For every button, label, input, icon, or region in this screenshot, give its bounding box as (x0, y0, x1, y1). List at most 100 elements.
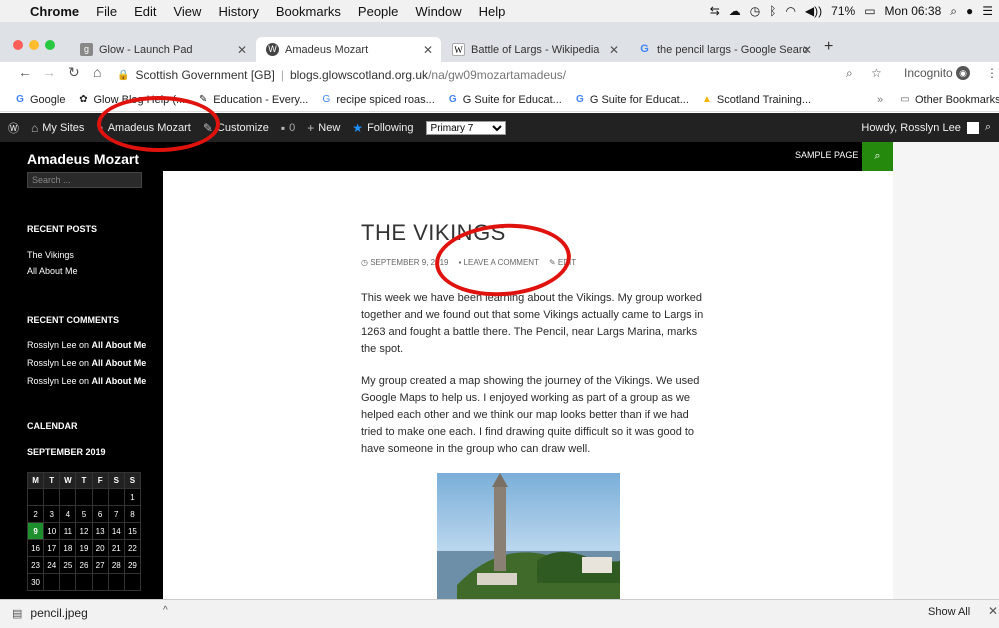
menu-people[interactable]: People (358, 4, 398, 19)
tab-battle-of-largs[interactable]: W Battle of Largs - Wikipedia ✕ (442, 37, 627, 62)
menu-help[interactable]: Help (479, 4, 506, 19)
dropbox-icon[interactable]: ⇆ (710, 4, 720, 18)
account-menu[interactable]: Howdy, Rosslyn Lee ⌕ (861, 113, 991, 142)
google-favicon-icon: G (640, 43, 649, 55)
comments-link[interactable]: ▪ 0 (281, 121, 295, 135)
site-title[interactable]: Amadeus Mozart (27, 151, 139, 167)
close-window-button[interactable] (13, 40, 23, 50)
incognito-icon[interactable]: ◉ (956, 66, 970, 80)
menu-history[interactable]: History (218, 4, 258, 19)
nav-sample-page[interactable]: SAMPLE PAGE (795, 150, 858, 160)
download-item[interactable]: ▤ pencil.jpeg (12, 606, 88, 620)
customize-label: Customize (216, 121, 269, 134)
following-menu[interactable]: ★ Following (352, 121, 413, 135)
menu-view[interactable]: View (173, 4, 201, 19)
tab-amadeus-mozart[interactable]: W Amadeus Mozart ✕ (256, 37, 441, 62)
menu-app[interactable]: Chrome (30, 4, 79, 19)
calendar-weekday: F (91, 472, 109, 489)
battery-icon[interactable]: ▭ (864, 4, 875, 18)
comment-author[interactable]: Rosslyn Lee (27, 358, 77, 368)
calendar-weekday: T (75, 472, 93, 489)
pencil-monument-photo[interactable] (437, 473, 620, 599)
calendar-day: 15 (123, 522, 142, 540)
incognito-label[interactable]: Incognito (904, 66, 953, 80)
chevron-up-icon[interactable]: ^ (163, 605, 168, 616)
comment-on: on (76, 358, 92, 368)
recent-post-link[interactable]: All About Me (27, 266, 78, 276)
tab-label: Amadeus Mozart (285, 43, 369, 56)
calendar-day[interactable]: 9 (26, 522, 45, 540)
time-machine-icon[interactable]: ◷ (750, 4, 760, 18)
comment-author[interactable]: Rosslyn Lee (27, 376, 77, 386)
menu-window[interactable]: Window (415, 4, 461, 19)
menu-dots-icon[interactable]: ⋮ (986, 66, 998, 80)
address-bar[interactable]: 🔒 Scottish Government [GB] | blogs.glows… (117, 65, 897, 85)
new-content-menu[interactable]: + New (307, 121, 340, 135)
bookmark-scotland-training[interactable]: ▲ Scotland Training... (701, 94, 811, 106)
bookmark-other[interactable]: ▭ Other Bookmarks (899, 94, 999, 106)
close-tab-icon[interactable]: ✕ (802, 43, 812, 57)
bookmark-gsuite-1[interactable]: G G Suite for Educat... (447, 94, 562, 106)
spotlight-icon[interactable]: ⌕ (950, 4, 957, 19)
calendar-day (107, 573, 125, 591)
menu-file[interactable]: File (96, 4, 117, 19)
comment-post-link[interactable]: All About Me (92, 376, 147, 386)
howdy-label: Howdy, Rosslyn Lee (861, 121, 961, 134)
bookmark-label: Other Bookmarks (915, 93, 999, 106)
bluetooth-icon[interactable]: ᛒ (769, 4, 776, 18)
comment-post-link[interactable]: All About Me (92, 358, 147, 368)
class-select[interactable]: Primary 7 (425, 120, 506, 135)
home-icon[interactable]: ⌂ (93, 64, 101, 80)
back-icon[interactable]: ← (18, 64, 32, 80)
menu-edit[interactable]: Edit (134, 4, 156, 19)
wordpress-icon[interactable]: Ⓦ (8, 120, 19, 136)
zoom-icon[interactable]: ⌕ (846, 66, 853, 81)
forward-icon[interactable]: → (42, 64, 56, 80)
close-tab-icon[interactable]: ✕ (609, 43, 619, 57)
lock-icon[interactable]: 🔒 (117, 70, 129, 81)
reload-icon[interactable]: ↻ (68, 64, 80, 81)
calendar-day: 8 (123, 505, 142, 523)
calendar-day: 21 (107, 539, 125, 557)
siri-icon[interactable]: ● (966, 4, 973, 18)
bookmark-label: G Suite for Educat... (589, 93, 689, 106)
bookmark-google[interactable]: G Google (14, 94, 65, 106)
bookmark-gsuite-2[interactable]: G G Suite for Educat... (574, 94, 689, 106)
bookmarks-overflow-icon[interactable]: » (877, 94, 883, 106)
calendar-day (43, 573, 61, 591)
wifi-icon[interactable]: ◠ (785, 4, 795, 18)
recent-comment-item: Rosslyn Lee on All About Me (27, 358, 146, 368)
calendar-day: 7 (107, 505, 125, 523)
calendar-weekday: M (26, 472, 45, 489)
close-tab-icon[interactable]: ✕ (423, 43, 433, 57)
tab-glow-launch-pad[interactable]: g Glow - Launch Pad ✕ (70, 37, 255, 62)
tab-google-search[interactable]: G the pencil largs - Google Searc ✕ (628, 37, 820, 62)
url-path: /na/gw09mozartamadeus/ (428, 68, 567, 82)
minimize-window-button[interactable] (29, 40, 39, 50)
close-tab-icon[interactable]: ✕ (237, 43, 247, 57)
menu-bookmarks[interactable]: Bookmarks (276, 4, 341, 19)
my-sites-menu[interactable]: ⌂ My Sites (31, 121, 84, 135)
close-shelf-icon[interactable]: ✕ (988, 604, 998, 618)
bookmark-education[interactable]: ✎ Education - Every... (197, 94, 308, 106)
bookmark-recipe[interactable]: Grecipe spiced roas... (320, 94, 434, 106)
calendar-day (59, 573, 77, 591)
notification-center-icon[interactable]: ☰ (982, 4, 993, 18)
comment-author[interactable]: Rosslyn Lee (27, 340, 77, 350)
calendar-week: 1 (26, 488, 142, 506)
new-tab-button[interactable]: + (824, 38, 833, 56)
comment-post-link[interactable]: All About Me (92, 340, 147, 350)
header-search-icon[interactable]: ⌕ (862, 142, 893, 171)
clock[interactable]: Mon 06:38 (885, 4, 942, 18)
calendar-day: 2 (26, 505, 45, 523)
bookmark-star-icon[interactable]: ☆ (871, 66, 882, 80)
calendar-day (123, 573, 142, 591)
sidebar-search-input[interactable]: Search ... (27, 172, 142, 188)
folder-icon: ▭ (900, 93, 910, 105)
recent-post-link[interactable]: The Vikings (27, 250, 74, 260)
show-all-button[interactable]: Show All (928, 606, 970, 618)
admin-search-icon[interactable]: ⌕ (985, 121, 991, 134)
cloud-icon[interactable]: ☁ (729, 4, 741, 18)
zoom-window-button[interactable] (45, 40, 55, 50)
volume-icon[interactable]: ◀)) (805, 4, 822, 18)
